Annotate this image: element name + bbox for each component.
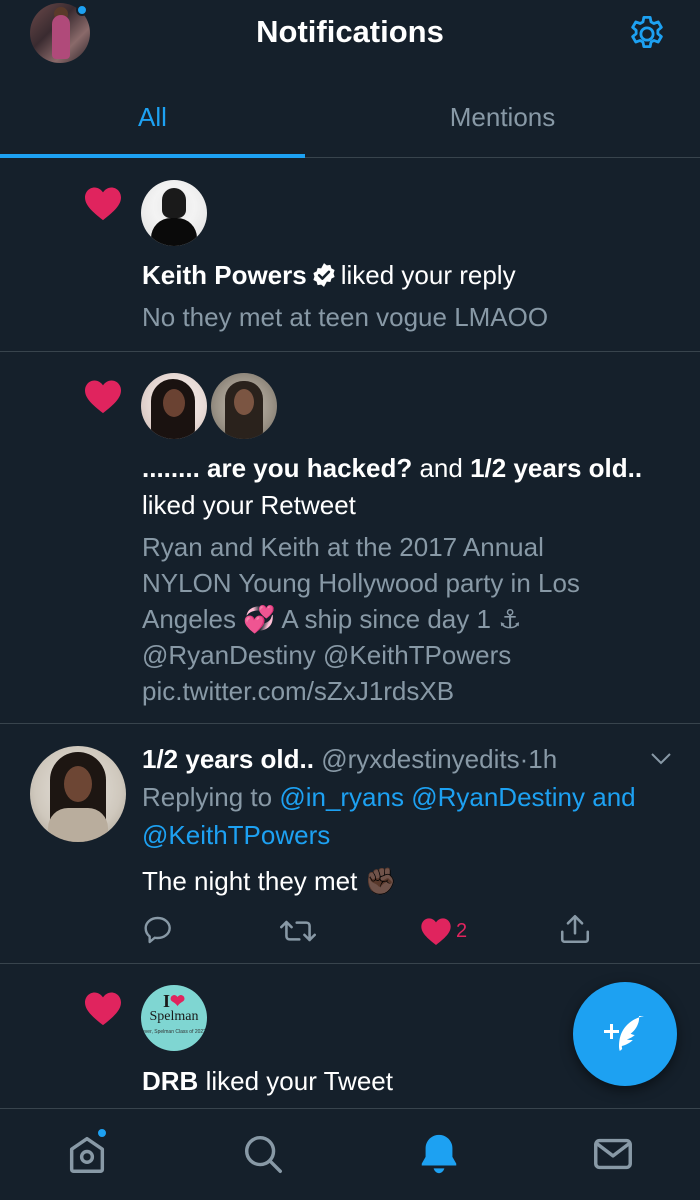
snippet-line: pic.twitter.com/sZxJ1rdsXB	[142, 676, 455, 706]
action-text: liked your reply	[340, 260, 516, 290]
avatar-head-shape	[162, 188, 186, 218]
avatar-logo-word: Spelman	[149, 1009, 199, 1024]
avatar-reply-author[interactable]	[30, 746, 126, 842]
compose-icon	[604, 1016, 644, 1051]
reply-icon[interactable]	[143, 914, 175, 946]
tab-all[interactable]: All	[0, 78, 305, 158]
tweet-text: The night they met ✊🏿	[142, 862, 397, 900]
like-count: 2	[456, 920, 468, 942]
notification-text: ........ are you hacked? and 1/2 years o…	[142, 450, 682, 524]
chevron-down-icon[interactable]	[650, 752, 672, 766]
retweet-icon[interactable]	[280, 916, 316, 946]
replying-and: and	[592, 782, 636, 812]
tweet-header: 1/2 years old.. @ryxdestinyedits·1h	[142, 740, 642, 778]
avatar-logo-sub: ever, Spelman Class of 2022	[142, 1029, 206, 1035]
mention-link[interactable]: @RyanDestiny	[411, 782, 585, 812]
sparkling-hearts-emoji: 💞	[243, 604, 276, 634]
avatar-face-shape	[64, 766, 92, 802]
avatar-logo-i: I	[162, 991, 170, 1011]
action-text: liked your Retweet	[142, 490, 356, 520]
verified-badge-icon	[313, 263, 335, 287]
avatar-face-shape	[234, 389, 254, 415]
avatar-user-2[interactable]	[211, 373, 277, 439]
page-title: Notifications	[256, 14, 444, 49]
heart-icon	[85, 187, 121, 221]
author-name[interactable]: 1/2 years old..	[142, 744, 314, 774]
mention-link[interactable]: @KeithTPowers	[142, 820, 330, 850]
avatar-shirt-shape	[48, 808, 108, 842]
notification-item[interactable]: Keith Powers liked your reply No they me…	[0, 159, 700, 352]
heart-icon	[85, 992, 121, 1026]
tweet-snippet: Ryan and Keith at the 2017 Annual NYLON …	[142, 529, 682, 709]
replying-to: Replying to @in_ryans @RyanDestiny and @…	[142, 778, 682, 854]
actor-name[interactable]: Keith Powers	[142, 260, 307, 290]
reply-tweet[interactable]: 1/2 years old.. @ryxdestinyedits·1h Repl…	[0, 724, 700, 964]
tweet-snippet: No they met at teen vogue LMAOO	[142, 302, 549, 332]
anchor-emoji: ⚓	[498, 604, 522, 634]
search-icon[interactable]	[240, 1131, 286, 1177]
connector-text: and	[419, 453, 463, 483]
separator-dot: ·	[519, 744, 529, 774]
snippet-line: Angeles 💞 A ship since day 1 ⚓	[142, 601, 682, 637]
actor-name-2[interactable]: 1/2 years old..	[470, 453, 642, 483]
mail-icon[interactable]	[590, 1131, 636, 1177]
notification-text: Keith Powers liked your reply	[142, 257, 682, 294]
liked-heart-icon[interactable]	[420, 916, 452, 946]
snippet-line: NYLON Young Hollywood party in Los	[142, 568, 580, 598]
actor-name[interactable]: DRB	[142, 1066, 198, 1096]
avatar-keith-powers[interactable]	[141, 180, 207, 246]
bell-icon[interactable]	[416, 1131, 462, 1177]
snippet-text: Angeles	[142, 604, 236, 634]
header-bar: Notifications	[0, 0, 700, 70]
raised-fist-emoji: ✊🏿	[364, 866, 397, 896]
tab-bar: All Mentions	[0, 78, 700, 158]
notification-text: DRB liked your Tweet	[142, 1063, 542, 1100]
home-unread-dot	[96, 1127, 108, 1139]
notification-item[interactable]: ........ are you hacked? and 1/2 years o…	[0, 352, 700, 724]
mention-link[interactable]: @in_ryans	[279, 782, 404, 812]
tweet-time: 1h	[528, 744, 558, 774]
tweet-body: The night they met	[142, 866, 358, 896]
action-text: liked your Tweet	[205, 1066, 393, 1096]
share-icon[interactable]	[558, 912, 592, 946]
compose-button[interactable]	[573, 982, 677, 1086]
avatar-face-shape	[163, 389, 185, 417]
heart-icon	[85, 380, 121, 414]
author-handle[interactable]: @ryxdestinyedits	[321, 744, 519, 774]
snippet-line: Ryan and Keith at the 2017 Annual	[142, 532, 544, 562]
actor-name-1[interactable]: ........ are you hacked?	[142, 453, 412, 483]
tab-mentions[interactable]: Mentions	[350, 78, 655, 157]
replying-prefix: Replying to	[142, 782, 273, 812]
avatar-drb[interactable]: I❤ Spelman ever, Spelman Class of 2022	[141, 985, 207, 1051]
avatar-user-1[interactable]	[141, 373, 207, 439]
bottom-nav	[0, 1108, 700, 1200]
gear-icon[interactable]	[626, 13, 668, 55]
snippet-text: A ship since day 1	[281, 604, 491, 634]
snippet-line: @RyanDestiny @KeithTPowers	[142, 640, 512, 670]
avatar-body-shape	[151, 218, 197, 246]
